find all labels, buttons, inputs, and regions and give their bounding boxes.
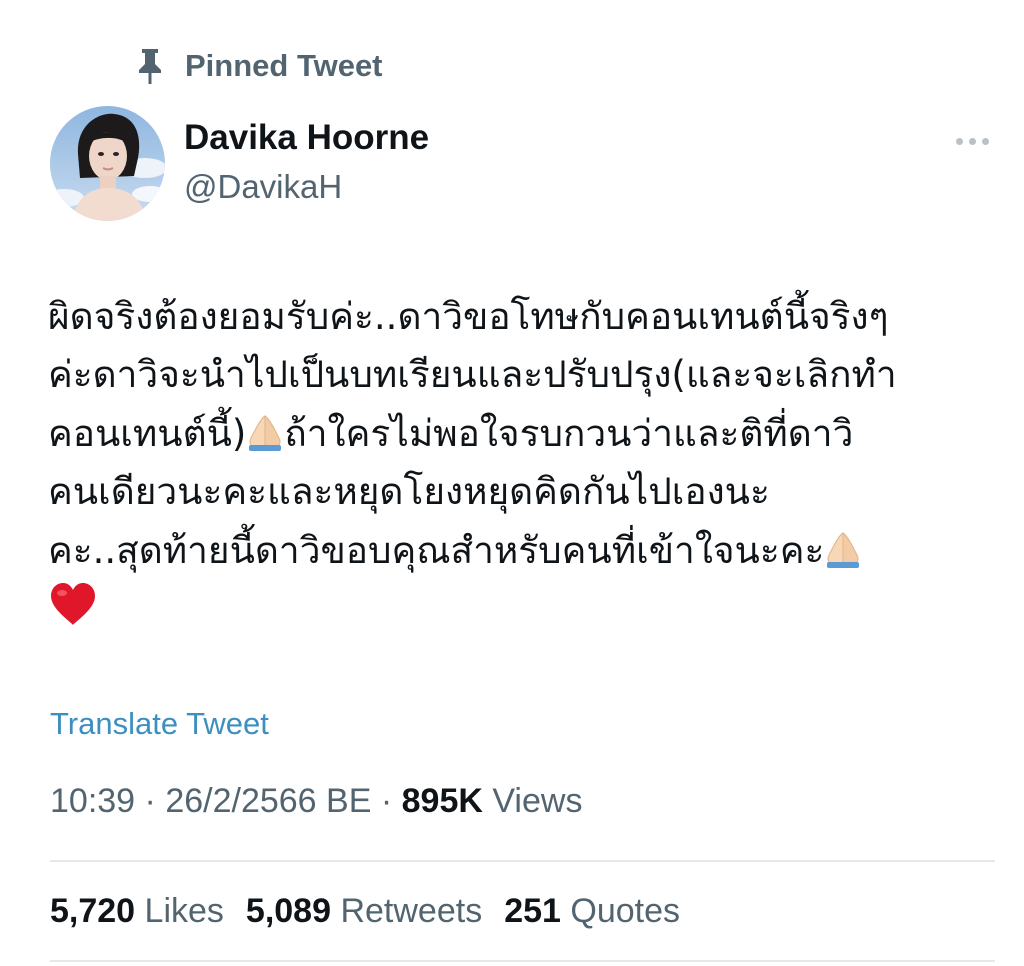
translate-tweet-link[interactable]: Translate Tweet [50, 706, 269, 742]
pin-icon [133, 46, 167, 86]
folded-hands-emoji [824, 528, 862, 586]
retweets-count: 5,089 [245, 892, 332, 930]
tweet-meta: 10:39 · 26/2/2566 BE · 895K Views [50, 782, 582, 821]
retweets-label: Retweets [340, 892, 483, 930]
tweet-date[interactable]: 26/2/2566 BE [165, 782, 371, 820]
likes-label: Likes [144, 892, 224, 930]
more-options-button[interactable] [948, 126, 996, 156]
likes-count: 5,720 [50, 892, 136, 930]
tweet-text-line: ค่ะดาวิจะนำไปเป็นบทเรียนและปรับปรุง(และจ… [48, 353, 897, 397]
divider [50, 860, 995, 862]
tweet-text-line: คอนเทนต์นี้) ถ้าใครไม่พอใจรบกวนว่าและติที… [48, 405, 988, 463]
pinned-label: Pinned Tweet [185, 48, 383, 83]
quotes-count: 251 [504, 892, 561, 930]
tweet-text-line [48, 580, 988, 638]
tweet-time[interactable]: 10:39 [50, 782, 135, 820]
views-count: 895K [401, 782, 483, 820]
meta-separator: · [144, 782, 156, 820]
tweet-text-line: คะ..สุดท้ายนี้ดาวิขอบคุณสำหรับคนที่เข้าใ… [48, 522, 988, 580]
folded-hands-emoji [246, 411, 284, 469]
tweet-stats: 5,720 Likes 5,089 Retweets 251 Quotes [50, 892, 680, 931]
tweet-text-line: ผิดจริงต้องยอมรับค่ะ..ดาวิขอโทษกับคอนเทน… [48, 295, 889, 338]
quotes-label: Quotes [570, 892, 681, 930]
tweet-text-line: คนเดียวนะคะและหยุดโยงหยุดคิดกันไปเองนะ [48, 470, 770, 514]
author-display-name[interactable]: Davika Hoorne [184, 118, 429, 158]
views-label: Views [492, 782, 583, 820]
author-handle[interactable]: @DavikaH [184, 168, 342, 206]
divider [50, 960, 995, 962]
quotes-stat[interactable]: 251 Quotes [504, 892, 680, 931]
likes-stat[interactable]: 5,720 Likes [50, 892, 224, 931]
avatar[interactable] [50, 106, 165, 221]
pinned-indicator: Pinned Tweet [133, 44, 383, 88]
red-heart-emoji [48, 581, 98, 644]
tweet-text: ผิดจริงต้องยอมรับค่ะ..ดาวิขอโทษกับคอนเทน… [48, 288, 988, 638]
meta-separator: · [380, 782, 393, 820]
retweets-stat[interactable]: 5,089 Retweets [246, 892, 482, 931]
more-horizontal-icon [955, 137, 963, 145]
